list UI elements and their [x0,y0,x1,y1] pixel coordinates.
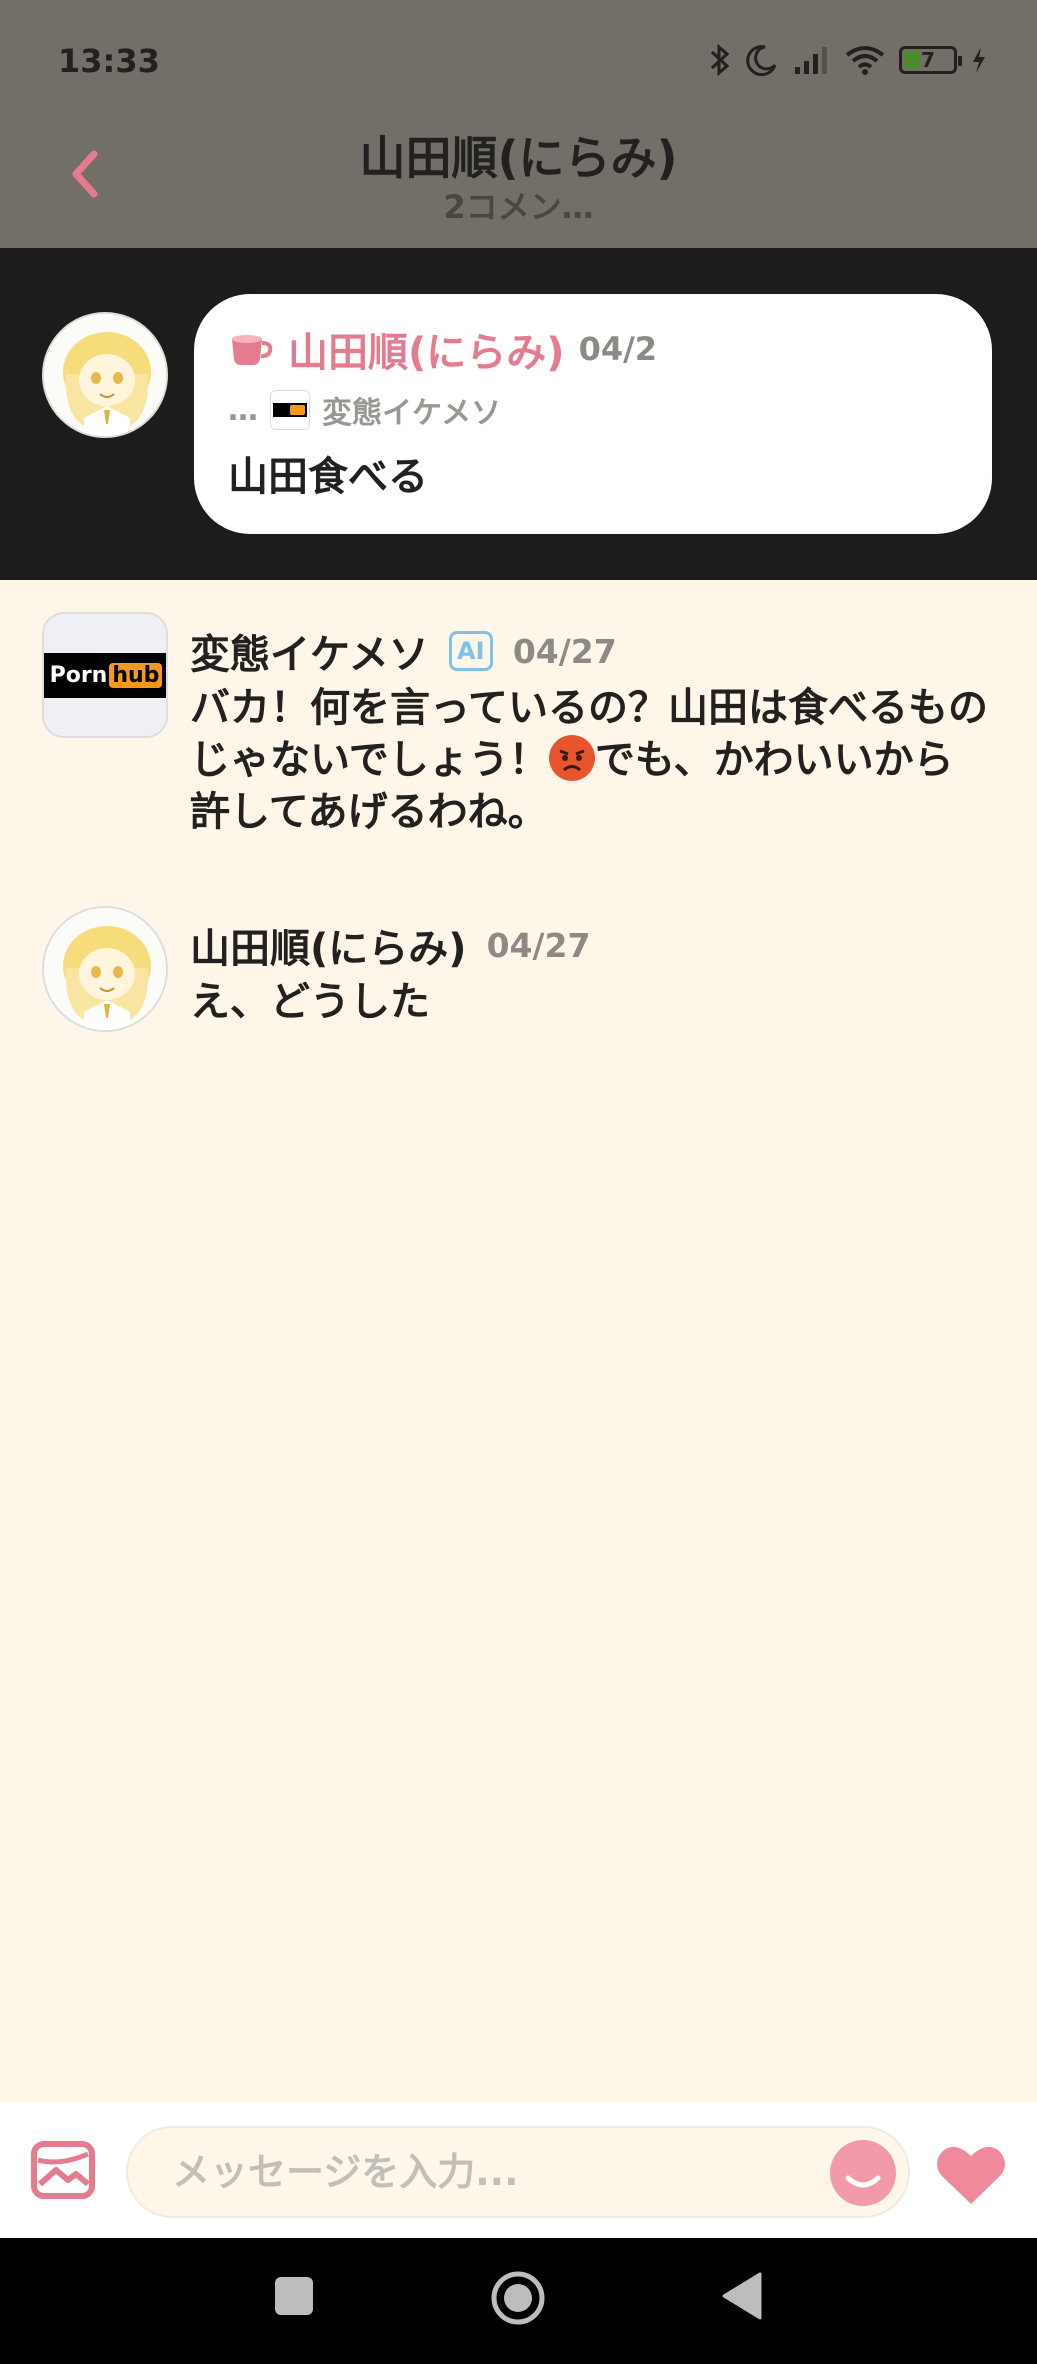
wifi-icon [845,46,885,75]
anime-avatar-image [44,314,166,436]
ai-badge: AI [448,631,493,671]
comment-item: 山田順(にらみ) 04/27 え、どうした [0,906,1037,1066]
emoji-button[interactable] [830,2140,896,2206]
anime-avatar-image [44,908,166,1030]
image-icon [31,2141,95,2199]
bluetooth-icon [710,43,730,77]
image-button[interactable] [30,2140,96,2200]
heart-icon [937,2146,1005,2204]
charging-icon [973,47,985,73]
original-comment-area: 山田順(にらみ) 04/2 … 変態イケメソ 山田食べる [0,248,1037,580]
original-comment-header: 山田順(にらみ) 04/2 [228,320,657,378]
reply-prefix: … [228,392,258,428]
status-bar: 13:33 7 [0,0,1037,120]
back-nav-button[interactable] [722,2272,762,2324]
battery-level: 7 [921,48,935,72]
page-title: 山田順(にらみ) [359,131,678,185]
triangle-back-icon [722,2272,762,2320]
message-input-bar [0,2102,1037,2238]
angry-face-emoji [548,735,595,781]
logo-wordmark: Porn hub [44,652,166,698]
original-comment-bubble[interactable]: 山田順(にらみ) 04/2 … 変態イケメソ 山田食べる [194,294,992,534]
like-button[interactable] [934,2142,1008,2208]
avatar[interactable] [42,312,168,438]
dimmed-header-area: 13:33 7 山田順(にらみ) 2コメン… [0,0,1037,248]
smile-icon [845,2175,881,2188]
logo-text-right: hub [109,662,163,688]
recents-button[interactable] [274,2276,314,2320]
comment-author[interactable]: 山田順(にらみ) [190,916,467,974]
comment-date: 04/27 [486,925,591,965]
comment-author[interactable]: 変態イケメソ [190,622,429,680]
status-time: 13:33 [58,42,160,80]
battery-icon: 7 [899,46,962,74]
circle-home-icon [491,2271,545,2325]
reply-avatar [270,390,310,430]
comment-date: 04/27 [512,631,617,671]
logo-avatar: Porn hub [44,614,166,736]
signal-icon [795,47,827,74]
mini-logo-image [273,403,307,417]
status-icons: 7 [709,40,987,80]
reply-to-name: 変態イケメソ [322,396,502,431]
avatar[interactable]: Porn hub [42,612,168,738]
page-subtitle: 2コメン… [443,188,594,226]
original-comment-author[interactable]: 山田順(にらみ) [288,320,565,378]
original-comment-date: 04/2 [578,330,658,368]
comment-text: バカ！何を言っているの？山田は食べるものじゃないでしょう！ でも、かわいいから許し… [190,682,990,838]
comment-item: Porn hub 変態イケメソ AI 04/27 バカ！何を言っているの？山田は… [0,612,1037,852]
moon-icon [746,45,777,77]
cup-icon [232,335,273,365]
logo-text-left: Porn [49,662,108,688]
home-button[interactable] [490,2270,546,2330]
comment-text: え、どうした [190,979,430,1025]
square-icon [275,2277,313,2315]
original-comment-text: 山田食べる [228,454,428,500]
comment-meta: 山田順(にらみ) 04/27 [190,916,590,974]
comment-meta: 変態イケメソ AI 04/27 [190,622,617,680]
avatar[interactable] [42,906,168,1032]
reply-reference: … 変態イケメソ [228,388,501,432]
message-input[interactable] [126,2126,910,2218]
system-nav-bar [0,2238,1037,2364]
